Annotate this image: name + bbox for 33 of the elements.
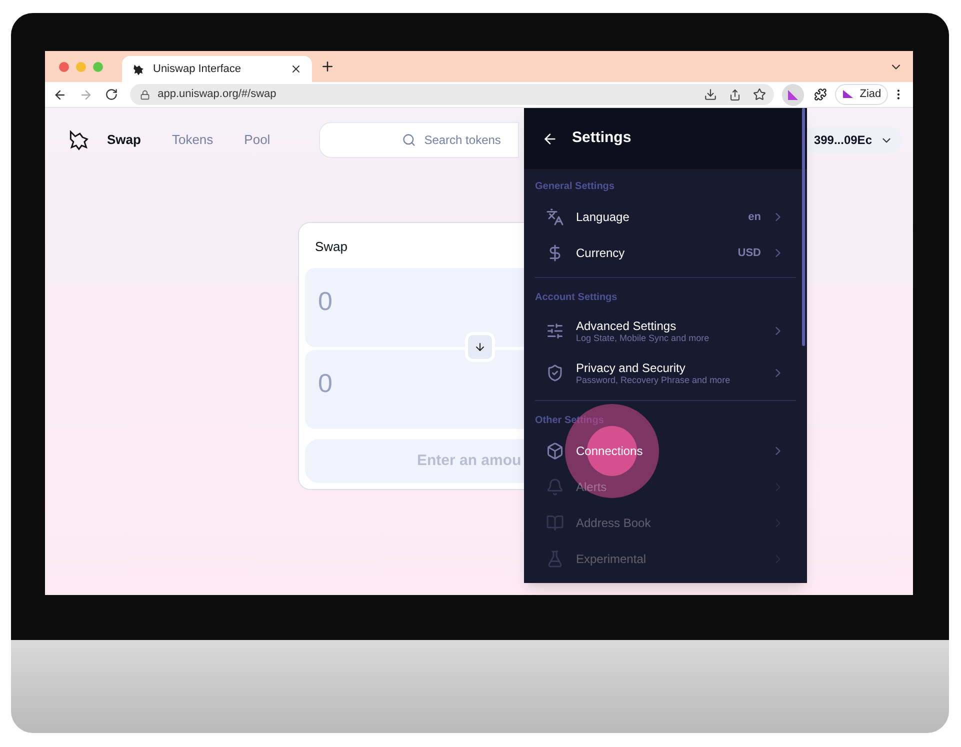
settings-item[interactable]: Language en [524, 199, 807, 235]
settings-item-label: Currency [576, 246, 626, 260]
amount-field[interactable]: 0 [305, 268, 524, 347]
card-title: Swap [315, 238, 349, 256]
search-placeholder: Search tokens [424, 132, 501, 149]
settings-item-label: Privacy and Security [576, 360, 686, 374]
tab-title: Uniswap Interface [153, 62, 242, 77]
settings-item-label: Connections [576, 444, 644, 458]
profile-name: Ziad [860, 87, 882, 102]
url-text: app.uniswap.org/#/swap [158, 87, 278, 102]
settings-item-value: en [748, 210, 761, 225]
settings-item-label: Experimental [576, 552, 648, 566]
amount-field[interactable]: 0 [305, 350, 524, 429]
section-title: General Settings [535, 180, 616, 194]
settings-item-label: Language [576, 210, 630, 224]
settings-item[interactable]: Currency USD [524, 235, 807, 271]
settings-item[interactable]: Advanced Settings Log State, Mobile Sync and more [524, 310, 807, 352]
settings-item-subtitle: Password, Recovery Phrase and more [576, 374, 732, 386]
browser-tab[interactable]: Uniswap Interface [122, 56, 312, 82]
settings-item-label: Advanced Settings [576, 318, 678, 332]
settings-item-subtitle: Log State, Mobile Sync and more [576, 332, 710, 344]
search-field[interactable]: Search tokens [319, 122, 520, 158]
section-title: Account Settings [535, 291, 618, 305]
settings-title: Settings [572, 128, 632, 148]
nav-link[interactable]: Swap [107, 130, 141, 150]
nav-link[interactable]: Pool [244, 130, 270, 150]
url-field[interactable]: app.uniswap.org/#/swap [130, 84, 774, 105]
settings-item-label: Address Book [576, 516, 652, 530]
profile-button[interactable]: Ziad [834, 84, 888, 105]
nav-link[interactable]: Tokens [172, 130, 214, 150]
settings-item-value: USD [738, 246, 761, 261]
settings-item[interactable]: Privacy and Security Password, Recovery Phrase and more [524, 352, 807, 394]
settings-item[interactable]: Connections [524, 433, 807, 469]
